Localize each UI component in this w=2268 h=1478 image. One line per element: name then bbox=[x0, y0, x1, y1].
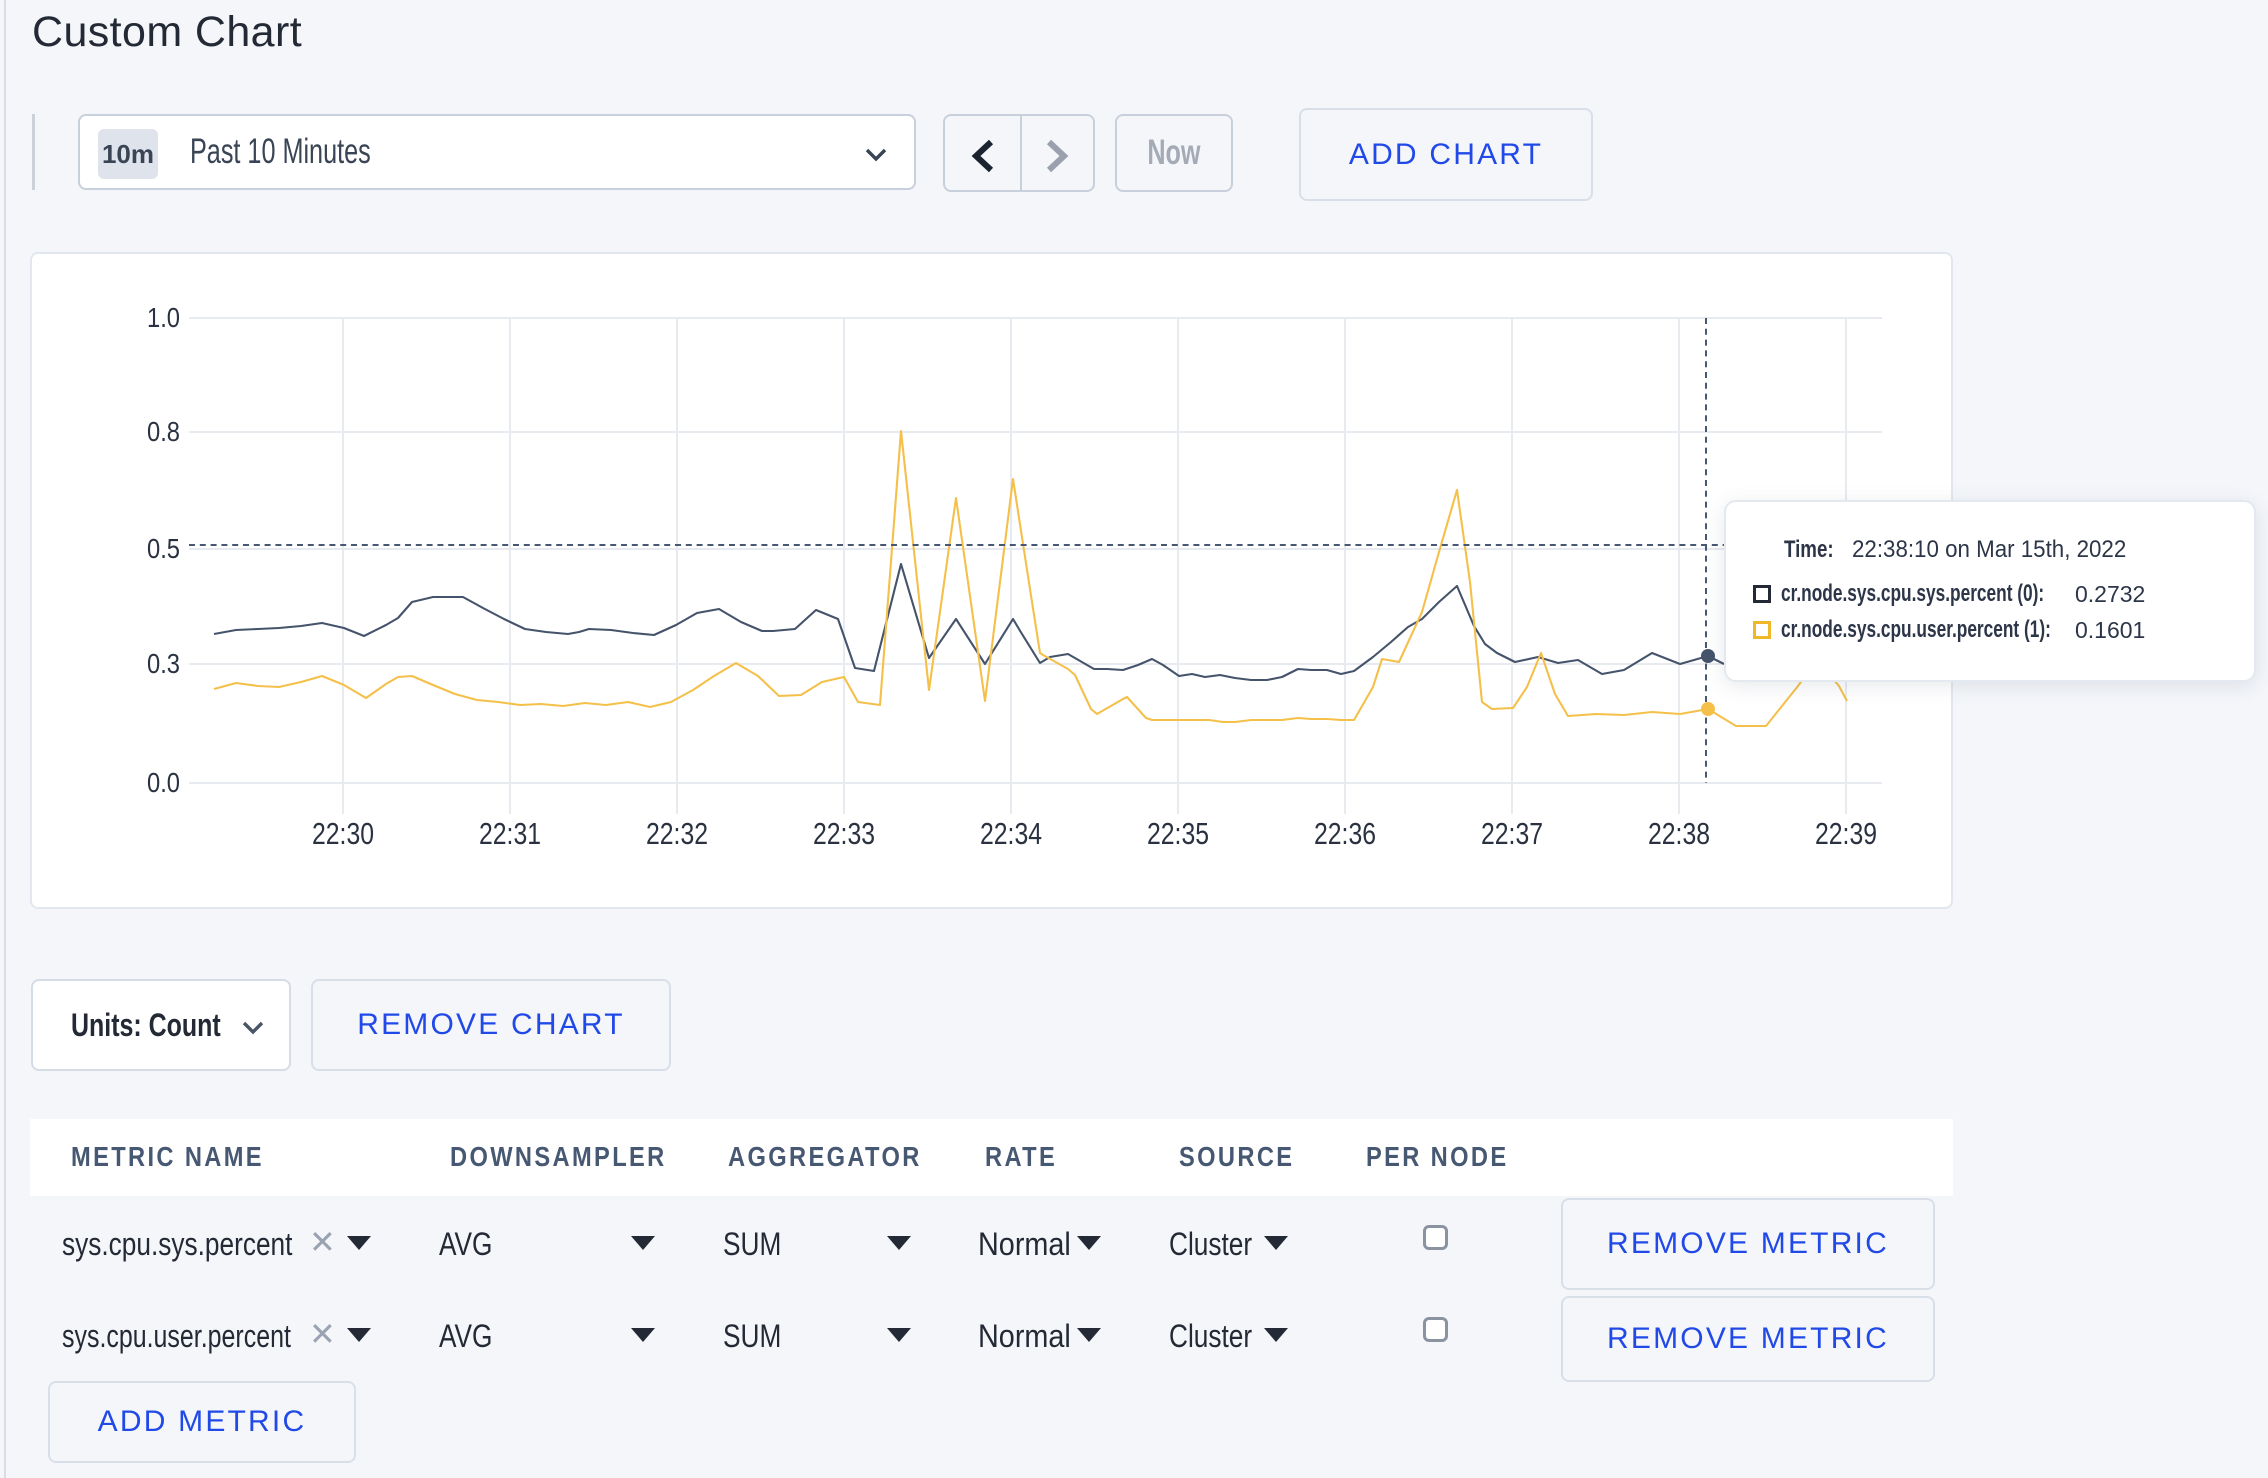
svg-text:1.0: 1.0 bbox=[147, 302, 180, 333]
svg-text:0.5: 0.5 bbox=[147, 533, 180, 564]
svg-text:22:30: 22:30 bbox=[312, 816, 374, 851]
svg-text:22:32: 22:32 bbox=[646, 816, 708, 851]
svg-text:22:33: 22:33 bbox=[813, 816, 875, 851]
svg-text:22:37: 22:37 bbox=[1481, 816, 1543, 851]
svg-text:22:36: 22:36 bbox=[1314, 816, 1376, 851]
svg-text:0.8: 0.8 bbox=[147, 416, 180, 447]
svg-text:0.0: 0.0 bbox=[147, 767, 180, 798]
svg-text:22:35: 22:35 bbox=[1147, 816, 1209, 851]
svg-text:22:38: 22:38 bbox=[1648, 816, 1710, 851]
svg-text:22:34: 22:34 bbox=[980, 816, 1042, 851]
svg-text:22:31: 22:31 bbox=[479, 816, 541, 851]
svg-text:22:39: 22:39 bbox=[1815, 816, 1877, 851]
svg-text:0.3: 0.3 bbox=[147, 648, 180, 679]
